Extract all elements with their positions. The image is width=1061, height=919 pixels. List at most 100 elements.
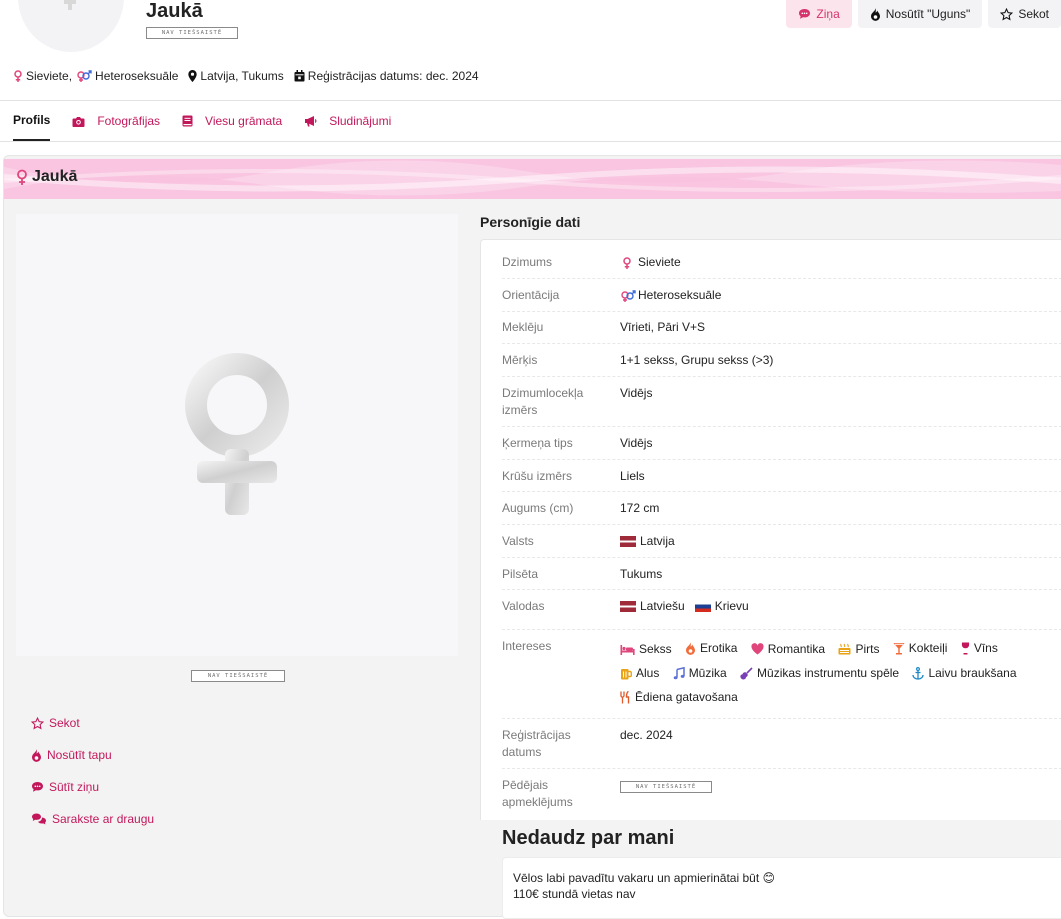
row-label: Pilsēta (502, 567, 539, 581)
tab-photos-label: Fotogrāfijas (97, 114, 161, 128)
book-icon (182, 115, 193, 127)
row-divider (502, 557, 1061, 558)
interest-item: Ēdiena gatavošana (620, 685, 738, 709)
interest-label: Kokteiļi (908, 641, 948, 655)
beer-icon (621, 668, 632, 679)
meta-location: Latvija, Tukums (200, 69, 284, 83)
interest-item: Mūzika (673, 661, 727, 685)
interest-item: Erotika (685, 636, 737, 660)
tab-profile-label: Profils (13, 113, 51, 127)
hetero-symbol-icon (77, 70, 92, 82)
last-visit-badge: NAV TIEŠSAISTĒ (620, 781, 712, 793)
send-message-link[interactable]: Sūtīt ziņu (31, 771, 154, 803)
fire-icon (31, 748, 41, 762)
row-value: Vidējs (620, 436, 653, 450)
star-icon (1000, 7, 1014, 20)
interest-label: Alus (636, 666, 660, 680)
personal-data-title: Personīgie dati (480, 214, 581, 230)
gender-value: Sieviete (638, 255, 681, 269)
row-value: 1+1 sekss, Grupu sekss (>3) (620, 353, 774, 367)
tabs-divider (0, 141, 1061, 142)
card-actions: Sekot Nosūtīt tapu Sūtīt ziņu Sarakste a… (31, 707, 154, 835)
card-title: Jaukā (16, 168, 77, 186)
profile-tabs: Profils Fotogrāfijas Viesu grāmata Sludi… (13, 101, 413, 141)
send-tap-link-label: Nosūtīt tapu (47, 748, 112, 762)
female-symbol-icon (623, 256, 631, 269)
interest-label: Pirts (855, 641, 880, 656)
send-tap-link[interactable]: Nosūtīt tapu (31, 739, 154, 771)
orientation-value: Heteroseksuāle (638, 288, 722, 302)
tab-profile[interactable]: Profils (13, 101, 51, 141)
interest-item: Alus (620, 661, 659, 685)
country-value: Latvija (640, 534, 675, 548)
status-badge: NAV TIEŠSAISTĒ (146, 27, 238, 39)
tab-photos[interactable]: Fotogrāfijas (72, 101, 160, 141)
bed-icon (620, 644, 635, 655)
utensils-icon (620, 690, 630, 703)
hetero-symbol-icon (621, 289, 636, 302)
interest-item: Pirts (838, 637, 879, 661)
interest-item: Romantika (751, 637, 825, 661)
send-fire-button-label: Nosūtīt "Uguns" (885, 7, 971, 21)
tab-guestbook[interactable]: Viesu grāmata (182, 101, 282, 141)
row-label: Mērķis (502, 353, 538, 367)
location-pin-icon (188, 70, 198, 82)
interests-list: Sekss Erotika Romantika Pirts Kokteiļi V… (620, 636, 1060, 709)
follow-link[interactable]: Sekot (31, 707, 154, 739)
meta-registration: Reģistrācijas datums: dec. 2024 (307, 69, 479, 83)
music-icon (673, 666, 685, 679)
meta-orientation: Heteroseksuāle (95, 69, 179, 83)
female-symbol-icon (17, 169, 27, 185)
interest-label: Mūzika (688, 666, 727, 680)
tab-ads[interactable]: Sludinājumi (304, 101, 391, 141)
row-value: Latvija (620, 533, 1060, 550)
row-divider (502, 426, 1061, 427)
username: Jaukā (146, 0, 203, 22)
sauna-icon (838, 643, 851, 654)
follow-button[interactable]: Sekot (988, 0, 1061, 28)
photo-status-badge: NAV TIEŠSAISTĒ (191, 670, 285, 682)
message-button-label: Ziņa (816, 7, 840, 21)
row-label: Augums (cm) (502, 501, 574, 515)
row-value: Heteroseksuāle (620, 287, 1060, 304)
row-value: 172 cm (620, 501, 660, 515)
row-label: Valodas (502, 599, 545, 613)
megaphone-icon (305, 116, 317, 127)
row-label: Orientācija (502, 288, 560, 302)
interest-item: Sekss (620, 637, 672, 661)
row-label: Meklēju (502, 320, 544, 334)
row-label: Intereses (502, 639, 552, 653)
cocktail-icon (893, 642, 905, 654)
row-divider (502, 311, 1061, 312)
interest-label: Laivu braukšana (928, 666, 1017, 680)
message-button[interactable]: Ziņa (786, 0, 852, 28)
wine-icon (961, 642, 969, 654)
interest-label: Ēdiena gatavošana (635, 690, 738, 704)
send-fire-button[interactable]: Nosūtīt "Uguns" (857, 0, 983, 28)
row-label: Valsts (502, 534, 534, 548)
row-divider (502, 278, 1061, 279)
russia-flag-icon (694, 601, 711, 612)
row-value: Tukums (620, 567, 663, 581)
row-divider (502, 768, 1061, 769)
star-icon (31, 716, 44, 729)
camera-icon (72, 116, 85, 127)
latvia-flag-icon (620, 601, 636, 612)
row-divider (502, 459, 1061, 460)
row-value: Sieviete (620, 254, 1060, 271)
row-value: dec. 2024 (620, 728, 673, 742)
fire-icon (686, 641, 696, 655)
language-value: Latviešu (640, 599, 685, 613)
avatar (18, 0, 124, 52)
tab-ads-label: Sludinājumi (329, 114, 392, 128)
row-value: Liels (620, 469, 645, 483)
interest-label: Mūzikas instrumentu spēle (757, 666, 900, 680)
row-value: Latviešu Krievu (620, 598, 1060, 615)
row-divider (502, 491, 1061, 492)
interest-label: Erotika (700, 641, 738, 655)
chat-with-friend-link[interactable]: Sarakste ar draugu (31, 803, 154, 835)
about-title: Nedaudz par mani (502, 827, 675, 849)
language-value: Krievu (714, 599, 749, 613)
profile-photo-placeholder[interactable] (16, 214, 458, 656)
row-label: Pēdējais apmeklējums (502, 778, 573, 809)
